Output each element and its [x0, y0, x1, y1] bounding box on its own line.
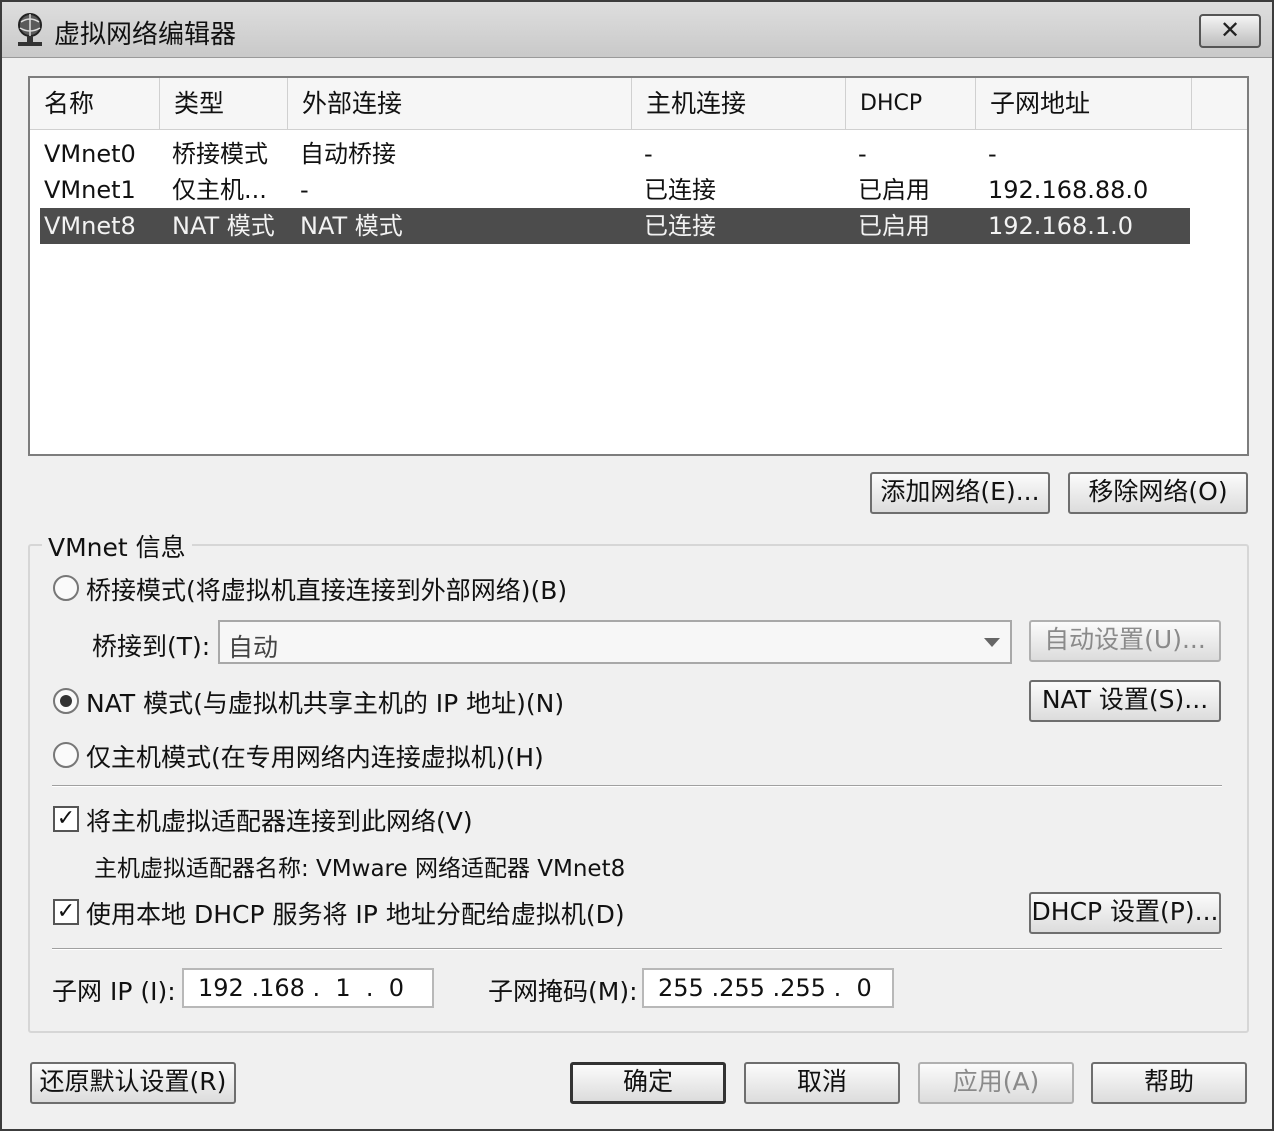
cell-name: VMnet8 — [44, 212, 136, 240]
bridged-mode-radio[interactable] — [53, 575, 79, 601]
cell-host: - — [644, 140, 653, 168]
bridged-to-value: 自动 — [228, 633, 279, 662]
cell-name: VMnet0 — [44, 140, 136, 168]
radio-selected-dot — [60, 695, 72, 707]
subnet-mask-label: 子网掩码(M): — [488, 977, 638, 1006]
hostonly-mode-label[interactable]: 仅主机模式(在专用网络内连接虚拟机)(H) — [86, 738, 544, 774]
list-header: 名称 类型 外部连接 主机连接 DHCP 子网地址 — [30, 78, 1247, 130]
adapter-name-text: 主机虚拟适配器名称: VMware 网络适配器 VMnet8 — [94, 856, 626, 882]
column-header-subnet[interactable]: 子网地址 — [976, 78, 1192, 130]
column-header-host[interactable]: 主机连接 — [632, 78, 846, 130]
apply-button[interactable]: 应用(A) — [918, 1062, 1074, 1104]
cell-type: 仅主机... — [172, 176, 267, 204]
dialog-content: 名称 类型 外部连接 主机连接 DHCP 子网地址 VMnet0 桥接模式 自动… — [2, 58, 1272, 1129]
table-row[interactable]: VMnet0 桥接模式 自动桥接 - - - — [40, 136, 1190, 172]
title-bar[interactable]: 虚拟网络编辑器 ✕ — [2, 2, 1272, 58]
table-row-selected[interactable]: VMnet8 NAT 模式 NAT 模式 已连接 已启用 192.168.1.0 — [40, 208, 1190, 244]
cell-external: - — [300, 176, 309, 204]
cell-host: 已连接 — [644, 176, 716, 204]
nat-mode-label[interactable]: NAT 模式(与虚拟机共享主机的 IP 地址)(N) — [86, 684, 564, 720]
subnet-ip-input[interactable]: 192 .168 . 1 . 0 — [182, 968, 434, 1008]
vmnet-info-group — [28, 544, 1249, 1033]
bridged-to-select[interactable]: 自动 — [218, 620, 1012, 664]
column-header-external[interactable]: 外部连接 — [288, 78, 632, 130]
dhcp-settings-button[interactable]: DHCP 设置(P)... — [1029, 892, 1221, 934]
nat-mode-radio[interactable] — [53, 688, 79, 714]
column-header-type[interactable]: 类型 — [160, 78, 288, 130]
bridged-to-label: 桥接到(T): — [92, 632, 211, 661]
cell-dhcp: 已启用 — [858, 176, 930, 204]
bridged-mode-label[interactable]: 桥接模式(将虚拟机直接连接到外部网络)(B) — [86, 571, 567, 607]
nat-settings-button[interactable]: NAT 设置(S)... — [1029, 680, 1221, 722]
subnet-ip-label: 子网 IP (I): — [52, 977, 176, 1006]
column-header-dhcp[interactable]: DHCP — [846, 78, 976, 130]
cell-subnet: - — [988, 140, 997, 168]
remove-network-button[interactable]: 移除网络(O) — [1068, 472, 1248, 514]
use-dhcp-label[interactable]: 使用本地 DHCP 服务将 IP 地址分配给虚拟机(D) — [86, 895, 625, 931]
connect-adapter-label[interactable]: 将主机虚拟适配器连接到此网络(V) — [86, 802, 473, 838]
table-row[interactable]: VMnet1 仅主机... - 已连接 已启用 192.168.88.0 — [40, 172, 1190, 208]
cell-external: 自动桥接 — [300, 140, 396, 168]
cell-name: VMnet1 — [44, 176, 136, 204]
auto-settings-button[interactable]: 自动设置(U)... — [1029, 620, 1221, 662]
vmnet-info-title: VMnet 信息 — [42, 528, 192, 564]
cell-subnet: 192.168.1.0 — [988, 212, 1134, 240]
subnet-mask-input[interactable]: 255 .255 .255 . 0 — [642, 968, 894, 1008]
cell-type: NAT 模式 — [172, 212, 275, 240]
cell-dhcp: 已启用 — [858, 212, 930, 240]
column-header-name[interactable]: 名称 — [30, 78, 160, 130]
hostonly-mode-radio[interactable] — [53, 742, 79, 768]
network-globe-icon — [18, 13, 42, 46]
help-button[interactable]: 帮助 — [1091, 1062, 1247, 1104]
ok-button[interactable]: 确定 — [570, 1062, 726, 1104]
network-list[interactable]: 名称 类型 外部连接 主机连接 DHCP 子网地址 VMnet0 桥接模式 自动… — [28, 76, 1249, 456]
add-network-button[interactable]: 添加网络(E)... — [870, 472, 1050, 514]
chevron-down-icon[interactable] — [984, 638, 1000, 647]
window-title: 虚拟网络编辑器 — [54, 20, 237, 50]
virtual-network-editor-window: 虚拟网络编辑器 ✕ 名称 类型 外部连接 主机连接 DHCP 子网地址 VMne… — [0, 0, 1274, 1131]
connect-adapter-checkbox[interactable]: ✓ — [53, 806, 79, 832]
cell-type: 桥接模式 — [172, 140, 268, 168]
use-dhcp-checkbox[interactable]: ✓ — [53, 899, 79, 925]
restore-defaults-button[interactable]: 还原默认设置(R) — [30, 1062, 236, 1104]
cell-subnet: 192.168.88.0 — [988, 176, 1149, 204]
cell-external: NAT 模式 — [300, 212, 403, 240]
separator — [52, 948, 1222, 950]
cell-dhcp: - — [858, 140, 867, 168]
close-button[interactable]: ✕ — [1199, 14, 1261, 48]
separator — [52, 785, 1222, 787]
cancel-button[interactable]: 取消 — [744, 1062, 900, 1104]
cell-host: 已连接 — [644, 212, 716, 240]
